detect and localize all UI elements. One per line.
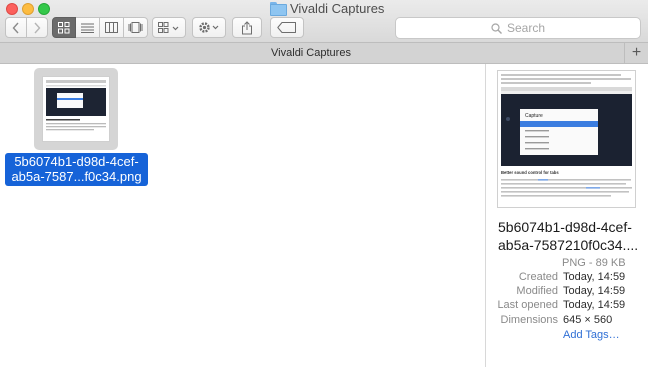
group-by-button[interactable] [152,17,186,38]
search-icon [491,22,502,34]
meta-value: Today, 14:59 [563,285,626,297]
window-toolbar: Vivaldi Captures Search [0,0,648,42]
folder-icon [270,2,287,16]
search-placeholder: Search [506,21,546,35]
close-window-button[interactable] [6,3,18,15]
preview-file-name: 5b6074b1-d98d-4cef- ab5a-7587210f0c34...… [498,218,648,254]
columns-icon [105,22,118,33]
meta-row-dimensions: Dimensions 645 × 560 [486,314,648,329]
preview-kind-size: PNG - 89 KB [562,257,626,269]
file-icon-area[interactable]: 5b6074b1-d98d-4cef- ab5a-7587...f0c34.pn… [0,64,485,367]
column-view-button[interactable] [100,17,124,38]
preview-pane: Capture Better sound control for tabs 5b [485,64,648,367]
forward-button[interactable] [26,17,48,38]
meta-value: Today, 14:59 [563,271,626,283]
file-thumbnail[interactable] [42,76,110,142]
search-field[interactable]: Search [395,17,641,39]
list-icon [81,23,94,33]
file-name-line-1: 5b6074b1-d98d-4cef- [14,154,139,169]
back-button[interactable] [5,17,27,38]
document-thumbnail-image [46,80,106,131]
meta-key: Modified [516,285,558,297]
icon-view-button[interactable] [52,17,76,38]
preview-image[interactable]: Capture Better sound control for tabs [497,70,636,208]
meta-key: Created [518,271,558,283]
meta-key: Last opened [497,299,558,311]
tab-vivaldi-captures[interactable]: Vivaldi Captures [0,43,622,63]
share-button[interactable] [232,17,262,38]
preview-section-heading: Better sound control for tabs [501,170,559,175]
file-name-label[interactable]: 5b6074b1-d98d-4cef- ab5a-7587...f0c34.pn… [5,153,148,186]
chevron-left-icon [12,22,19,33]
meta-value: Today, 14:59 [563,299,626,311]
icon-grid-icon [58,21,70,33]
add-tags-link[interactable]: Add Tags… [563,329,620,341]
window-title: Vivaldi Captures [270,0,384,16]
file-name-line-2: ab5a-7587...f0c34.png [11,169,142,184]
minimize-window-button[interactable] [22,3,34,15]
tag-icon [277,22,296,33]
preview-name-line-2: ab5a-7587210f0c34.... [498,237,639,253]
meta-key: Dimensions [500,314,558,326]
meta-value: 645 × 560 [563,314,613,326]
arrange-grid-icon [158,21,179,33]
meta-row-modified: Modified Today, 14:59 [486,285,648,300]
edit-tags-button[interactable] [270,17,304,38]
gallery-icon [128,22,143,33]
share-icon [242,20,252,34]
zoom-window-button[interactable] [38,3,50,15]
meta-row-created: Created Today, 14:59 [486,271,648,286]
meta-row-last-opened: Last opened Today, 14:59 [486,299,648,314]
list-view-button[interactable] [76,17,100,38]
gallery-view-button[interactable] [124,17,148,38]
finder-content: 5b6074b1-d98d-4cef- ab5a-7587...f0c34.pn… [0,64,648,367]
new-tab-button[interactable]: + [624,43,648,63]
preview-name-line-1: 5b6074b1-d98d-4cef- [498,219,632,235]
preview-capture-heading: Capture [525,113,543,119]
preview-screenshot-image: Capture Better sound control for tabs [501,74,632,197]
chevron-right-icon [34,22,41,33]
action-menu-button[interactable] [192,17,226,38]
gear-icon [199,22,219,33]
tab-bar: Vivaldi Captures + [0,42,648,64]
window-title-text: Vivaldi Captures [290,0,385,16]
view-mode-group [52,17,148,38]
